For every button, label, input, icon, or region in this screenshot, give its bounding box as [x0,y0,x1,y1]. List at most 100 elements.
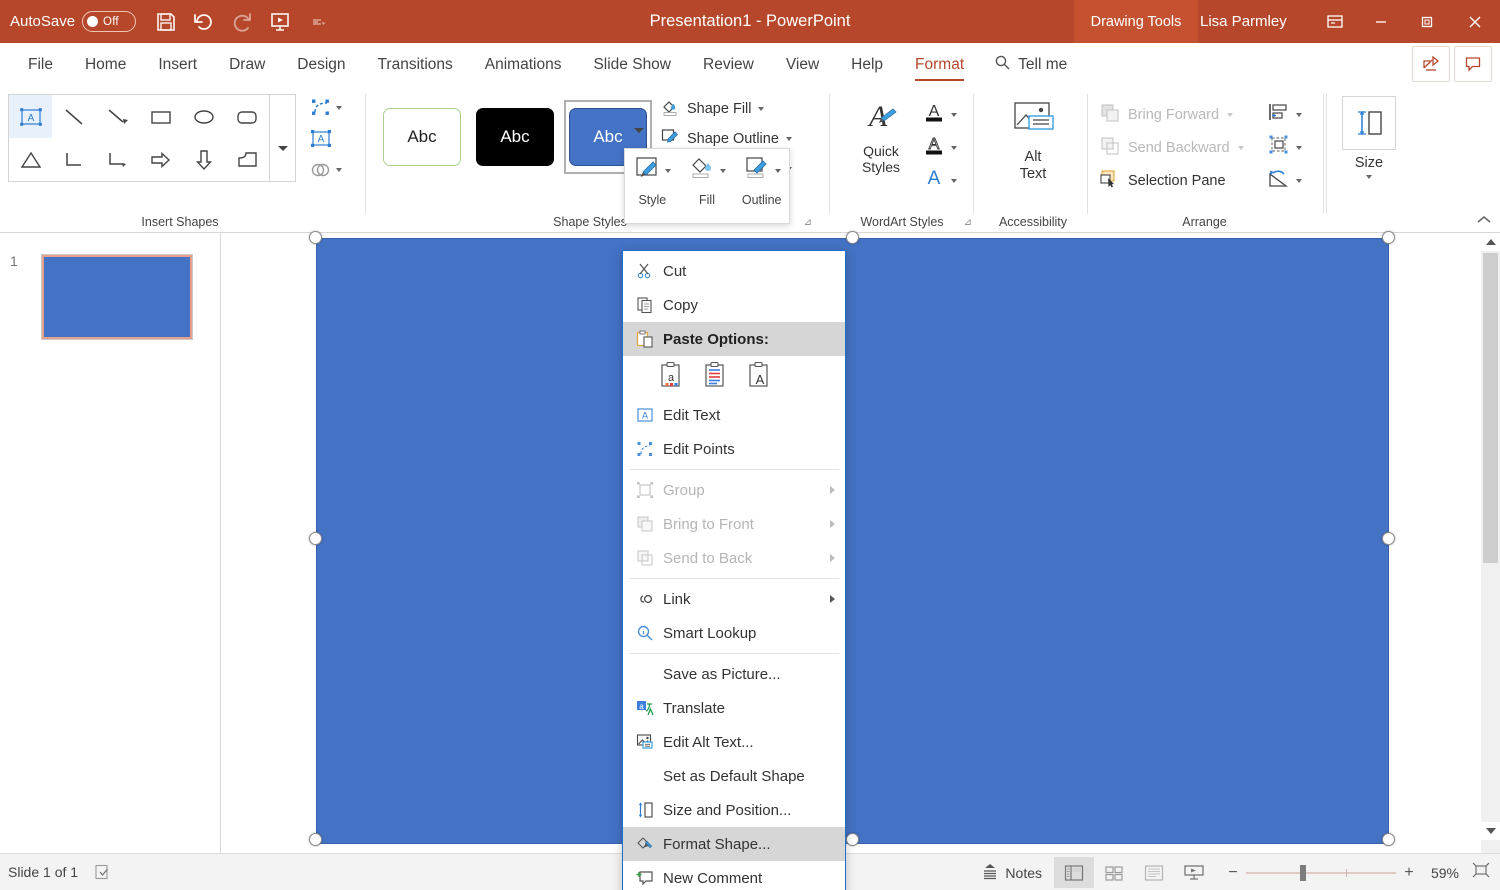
slide-sorter-icon[interactable] [1094,857,1134,888]
text-fill-button[interactable]: A [922,98,957,131]
menu-item-size-and-position[interactable]: Size and Position... [623,793,845,827]
use-destination-theme-icon[interactable]: a [659,360,685,395]
text-outline-button[interactable]: A [922,131,957,164]
tab-insert[interactable]: Insert [142,43,213,86]
rotate-objects-button[interactable] [1267,164,1302,197]
send-backward-button[interactable]: Send Backward [1100,131,1260,164]
tab-draw[interactable]: Draw [213,43,281,86]
tell-me-search[interactable]: Tell me [980,43,1081,86]
resize-handle-middle-left[interactable] [309,532,322,545]
zoom-control[interactable]: − + 59% [1214,861,1500,884]
wordart-quick-styles-button[interactable]: A Quick Styles [844,98,918,175]
keep-text-only-icon[interactable]: A [747,360,773,395]
undo-icon[interactable] [186,5,222,39]
tab-transitions[interactable]: Transitions [362,43,469,86]
shape-flowchart-shape-icon[interactable] [226,138,269,181]
merge-shapes-button[interactable] [305,156,361,184]
save-icon[interactable] [148,5,184,39]
redo-icon[interactable] [224,5,260,39]
selection-pane-button[interactable]: Selection Pane [1100,164,1260,197]
zoom-slider-thumb[interactable] [1300,865,1306,881]
zoom-in-button[interactable]: + [1396,864,1422,882]
share-icon[interactable] [1412,46,1450,82]
keep-source-formatting-icon[interactable] [703,360,729,395]
ribbon-display-options-icon[interactable] [1312,0,1358,43]
shape-right-arrow-icon[interactable] [139,138,182,181]
shape-line-icon[interactable] [52,95,95,138]
tab-animations[interactable]: Animations [469,43,578,86]
slide-show-icon[interactable] [1174,857,1214,888]
restore-icon[interactable] [1404,0,1450,43]
shapes-gallery[interactable]: A [8,94,270,182]
shape-down-arrow-icon[interactable] [182,138,225,181]
shapes-gallery-more-button[interactable] [270,94,296,182]
shape-rectangle-icon[interactable] [139,95,182,138]
group-objects-button[interactable] [1267,131,1302,164]
fit-to-window-icon[interactable] [1468,861,1494,884]
scrollbar-thumb[interactable] [1483,253,1498,563]
menu-item-copy[interactable]: Copy [623,288,845,322]
minimize-icon[interactable] [1358,0,1404,43]
size-button[interactable]: Size [1342,96,1396,179]
zoom-percent-label[interactable]: 59% [1422,865,1468,881]
bring-forward-button[interactable]: Bring Forward [1100,98,1260,131]
menu-item-edit-points[interactable]: Edit Points [623,432,845,466]
collapse-ribbon-button[interactable] [1476,214,1492,229]
comments-icon[interactable] [1454,46,1492,82]
customize-qat-icon[interactable] [300,5,336,39]
menu-item-new-comment[interactable]: New Comment [623,861,845,890]
resize-handle-top-center[interactable] [846,231,859,244]
alt-text-button[interactable]: Alt Text [996,98,1070,184]
account-name[interactable]: Lisa Parmley [1200,0,1287,43]
mini-style-button[interactable]: Style [625,149,680,223]
shape-style-preset-2[interactable]: Abc [471,100,559,174]
tab-review[interactable]: Review [687,43,770,86]
menu-item-set-as-default-shape[interactable]: Set as Default Shape [623,759,845,793]
slide-thumbnail-1[interactable] [42,255,192,339]
slide-shape-rectangle[interactable] [316,238,1389,844]
tab-design[interactable]: Design [281,43,361,86]
menu-item-format-shape[interactable]: Format Shape... [623,827,845,861]
shape-elbow-connector-icon[interactable] [52,138,95,181]
menu-item-save-as-picture[interactable]: Save as Picture... [623,657,845,691]
shape-fill-button[interactable]: Shape Fill [660,94,810,124]
insert-text-box-button[interactable]: A [305,125,361,153]
vertical-scrollbar[interactable] [1481,233,1500,853]
edit-shape-button[interactable] [305,94,361,122]
shape-rounded-rectangle-icon[interactable] [226,95,269,138]
tab-format[interactable]: Format [899,43,980,86]
resize-handle-bottom-right[interactable] [1382,833,1395,846]
mini-fill-button[interactable]: Fill [680,149,735,223]
wordart-dialog-launcher[interactable]: ⊿ [964,217,972,228]
resize-handle-top-right[interactable] [1382,231,1395,244]
shape-style-preset-1[interactable]: Abc [378,100,466,174]
shape-styles-dialog-launcher[interactable]: ⊿ [804,217,812,228]
close-icon[interactable] [1450,0,1500,43]
autosave-control[interactable]: AutoSave Off [10,11,136,32]
mini-outline-button[interactable]: Outline [734,149,789,223]
scroll-down-button[interactable] [1481,822,1500,840]
align-objects-button[interactable] [1267,98,1302,131]
tab-view[interactable]: View [770,43,835,86]
menu-item-send-to-back[interactable]: Send to Back [623,541,845,575]
menu-item-paste-options[interactable]: Paste Options: [623,322,845,356]
shape-oval-icon[interactable] [182,95,225,138]
tab-file[interactable]: File [12,43,69,86]
resize-handle-top-left[interactable] [309,231,322,244]
shape-triangle-icon[interactable] [9,138,52,181]
shape-text-box-icon[interactable]: A [9,95,52,138]
autosave-toggle[interactable]: Off [82,11,136,32]
menu-item-cut[interactable]: Cut [623,254,845,288]
zoom-out-button[interactable]: − [1220,864,1246,882]
tab-home[interactable]: Home [69,43,142,86]
resize-handle-bottom-left[interactable] [309,833,322,846]
tab-slide-show[interactable]: Slide Show [577,43,687,86]
slide-canvas[interactable] [221,233,1481,853]
tab-help[interactable]: Help [835,43,899,86]
text-effects-button[interactable]: A [922,164,957,197]
shape-styles-more-button[interactable] [628,116,650,144]
accessibility-checker-icon[interactable] [94,863,112,881]
reading-view-icon[interactable] [1134,857,1174,888]
shape-elbow-arrow-connector-icon[interactable] [96,138,139,181]
menu-item-smart-lookup[interactable]: Smart Lookup [623,616,845,650]
